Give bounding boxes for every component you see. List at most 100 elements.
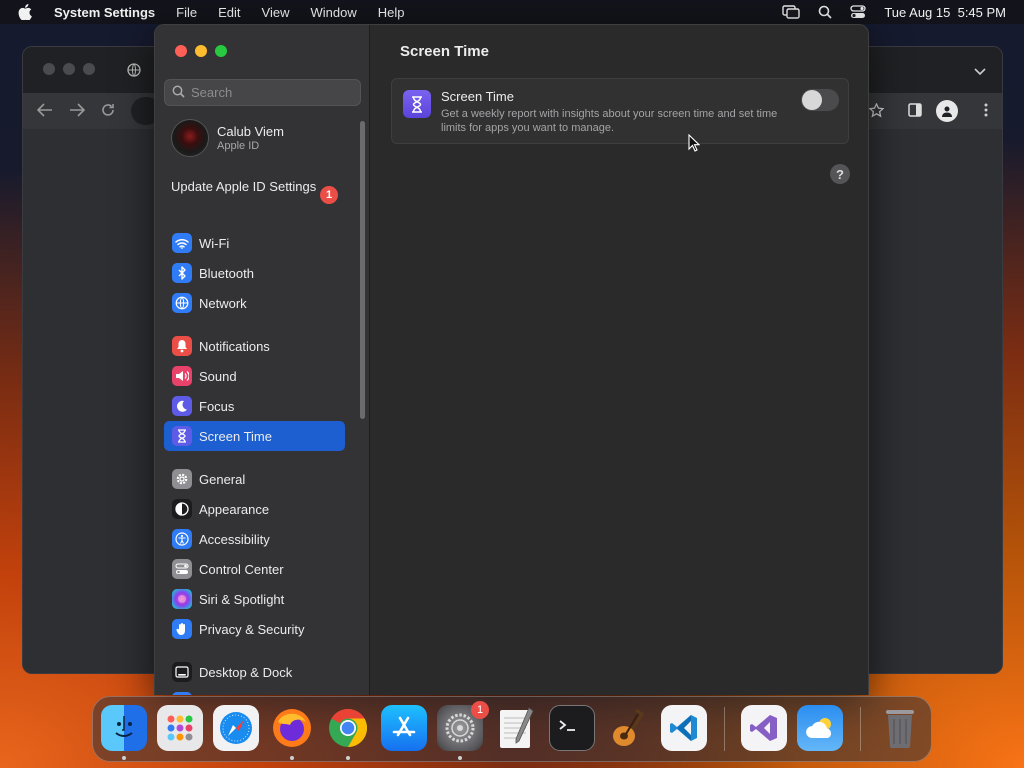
screen-time-toggle[interactable] [801, 89, 839, 111]
apple-menu-icon[interactable] [18, 4, 34, 20]
page-title: Screen Time [400, 43, 489, 60]
menu-clock[interactable]: Tue Aug 15 5:45 PM [884, 5, 1006, 20]
sidebar-item-network[interactable]: Network [164, 288, 345, 318]
sidebar-item-sound[interactable]: Sound [164, 361, 345, 391]
toggle-knob [802, 90, 822, 110]
sidebar-item-notifications[interactable]: Notifications [164, 331, 345, 361]
wifi-icon [172, 233, 192, 253]
dock-textedit-icon[interactable] [493, 705, 539, 751]
side-panel-icon[interactable] [908, 103, 922, 122]
control-center-icon [172, 559, 192, 579]
dock-garageband-icon[interactable] [605, 705, 651, 751]
browser-close-button[interactable] [43, 63, 55, 75]
dock-launchpad-icon[interactable] [157, 705, 203, 751]
sidebar-next-item-partial [172, 692, 192, 695]
bluetooth-icon [172, 263, 192, 283]
help-button[interactable]: ? [830, 164, 850, 184]
avatar [171, 119, 209, 157]
sidebar-item-wifi[interactable]: Wi-Fi [164, 228, 345, 258]
dock: 1 [92, 696, 932, 762]
dock-app-store-icon[interactable] [381, 705, 427, 751]
spotlight-search-icon[interactable] [818, 5, 832, 19]
mouse-cursor-icon [688, 133, 701, 157]
dock-finder-icon[interactable] [101, 705, 147, 751]
sidebar: Calub Viem Apple ID Update Apple ID Sett… [155, 25, 370, 695]
dock-trash-icon[interactable] [877, 705, 923, 751]
dock-running-indicator [458, 756, 462, 760]
hourglass-icon [172, 426, 192, 446]
browser-forward-icon[interactable] [69, 103, 86, 122]
sidebar-item-label: Accessibility [199, 531, 270, 547]
profile-avatar-icon[interactable] [936, 100, 958, 122]
dock-visual-studio-icon[interactable] [741, 705, 787, 751]
search-field[interactable] [164, 79, 361, 106]
bookmark-star-icon[interactable] [868, 102, 885, 123]
sidebar-item-control-center[interactable]: Control Center [164, 554, 345, 584]
sidebar-item-privacy-security[interactable]: Privacy & Security [164, 614, 345, 644]
browser-minimize-button[interactable] [63, 63, 75, 75]
menu-window[interactable]: Window [310, 5, 356, 20]
gear-icon [172, 469, 192, 489]
sidebar-item-label: Privacy & Security [199, 621, 305, 637]
dock-safari-icon[interactable] [213, 705, 259, 751]
search-input[interactable] [191, 85, 351, 100]
sidebar-item-label: Focus [199, 398, 235, 414]
menu-app-name[interactable]: System Settings [54, 5, 155, 20]
system-settings-window: Calub Viem Apple ID Update Apple ID Sett… [154, 24, 869, 695]
globe-icon [172, 293, 192, 313]
sidebar-item-label: Network [199, 295, 247, 311]
browser-menu-dots-icon[interactable] [984, 103, 988, 122]
dock-weather-icon[interactable] [797, 705, 843, 751]
screen-mirroring-icon[interactable] [782, 5, 801, 19]
sidebar-item-desktop-dock[interactable]: Desktop & Dock [164, 657, 345, 687]
browser-tab-list-chevron-icon[interactable] [974, 63, 986, 81]
main-content: Screen Time Screen Time Get a weekly rep… [371, 25, 868, 695]
dock-terminal-icon[interactable] [549, 705, 595, 751]
update-badge: 1 [320, 186, 338, 204]
menu-file[interactable]: File [176, 5, 197, 20]
dock-icon [172, 662, 192, 682]
browser-zoom-button[interactable] [83, 63, 95, 75]
sidebar-item-label: Screen Time [199, 428, 272, 444]
sidebar-scrollbar[interactable] [360, 121, 365, 419]
sidebar-item-general[interactable]: General [164, 464, 345, 494]
menu-view[interactable]: View [262, 5, 290, 20]
sidebar-item-siri-spotlight[interactable]: Siri & Spotlight [164, 584, 345, 614]
dock-running-indicator [122, 756, 126, 760]
sidebar-item-appearance[interactable]: Appearance [164, 494, 345, 524]
dock-chrome-icon[interactable] [325, 705, 371, 751]
control-center-icon[interactable] [850, 5, 866, 19]
menu-edit[interactable]: Edit [218, 5, 240, 20]
card-title: Screen Time [441, 89, 514, 104]
minimize-button[interactable] [195, 45, 207, 57]
close-button[interactable] [175, 45, 187, 57]
dock-vscode-icon[interactable] [661, 705, 707, 751]
dock-separator [724, 707, 725, 751]
hourglass-icon [403, 90, 431, 118]
browser-back-icon[interactable] [36, 103, 53, 122]
window-controls [175, 45, 227, 57]
sidebar-item-screen-time[interactable]: Screen Time [164, 421, 345, 451]
dock-running-indicator [290, 756, 294, 760]
browser-reload-icon[interactable] [101, 103, 115, 122]
dock-system-settings-icon[interactable]: 1 [437, 701, 489, 751]
sidebar-item-label: Bluetooth [199, 265, 254, 281]
sidebar-item-label: Notifications [199, 338, 270, 354]
sidebar-item-accessibility[interactable]: Accessibility [164, 524, 345, 554]
account-subtitle: Apple ID [217, 140, 260, 152]
dock-settings-badge: 1 [471, 701, 489, 719]
menu-help[interactable]: Help [378, 5, 405, 20]
appearance-icon [172, 499, 192, 519]
sidebar-item-label: General [199, 471, 246, 487]
sidebar-item-label: Siri & Spotlight [199, 591, 285, 607]
sidebar-item-focus[interactable]: Focus [164, 391, 345, 421]
sidebar-item-bluetooth[interactable]: Bluetooth [164, 258, 345, 288]
dock-running-indicator [346, 756, 350, 760]
apple-id-account[interactable]: Calub Viem Apple ID [171, 119, 284, 157]
sidebar-item-label: Control Center [199, 561, 284, 577]
dock-firefox-icon[interactable] [269, 705, 315, 751]
account-name: Calub Viem [217, 124, 284, 139]
bell-icon [172, 336, 192, 356]
menu-bar: System Settings File Edit View Window He… [0, 0, 1024, 24]
zoom-button[interactable] [215, 45, 227, 57]
